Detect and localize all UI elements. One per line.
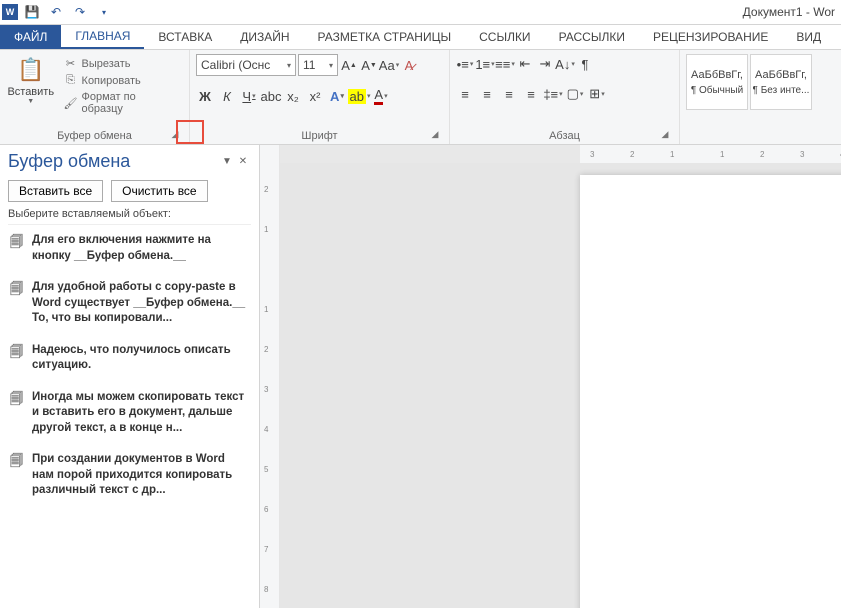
clipboard-pane: Буфер обмена ▼ ✕ Вставить все Очистить в… — [0, 145, 260, 608]
line-spacing-icon[interactable]: ‡≡ — [544, 84, 562, 104]
shrink-font-icon[interactable]: A▼ — [360, 55, 378, 75]
group-clipboard: 📋 Вставить ▼ ✂Вырезать ⎘Копировать 🖌Форм… — [0, 50, 190, 144]
document-viewport[interactable]: 3 2 1 1 2 3 4 — [280, 145, 841, 608]
shading-icon[interactable]: ▢ — [566, 84, 584, 104]
pane-options-icon[interactable]: ▼ — [219, 154, 235, 170]
clear-all-button[interactable]: Очистить все — [111, 180, 207, 202]
ribbon: 📋 Вставить ▼ ✂Вырезать ⎘Копировать 🖌Форм… — [0, 50, 841, 145]
tab-references[interactable]: ССЫЛКИ — [465, 25, 544, 49]
font-size-combo[interactable]: 11▾ — [298, 54, 338, 76]
align-left-icon[interactable]: ≡ — [456, 84, 474, 104]
pane-close-icon[interactable]: ✕ — [235, 154, 251, 170]
grow-font-icon[interactable]: A▲ — [340, 55, 358, 75]
vertical-ruler[interactable]: 2 1 1 2 3 4 5 6 7 8 — [260, 145, 280, 608]
group-label-paragraph: Абзац ◢ — [456, 128, 673, 142]
redo-icon[interactable]: ↷ — [72, 4, 88, 20]
group-styles: АаБбВвГг, ¶ Обычный АаБбВвГг, ¶ Без инте… — [680, 50, 841, 144]
clipboard-item[interactable]: 🗐Иногда мы можем скопировать текст и вст… — [8, 382, 251, 445]
group-label-font: Шрифт ◢ — [196, 128, 443, 142]
tab-review[interactable]: РЕЦЕНЗИРОВАНИЕ — [639, 25, 782, 49]
quick-access-toolbar: 💾 ↶ ↷ ▾ — [24, 4, 112, 20]
ribbon-tabstrip: ФАЙЛ ГЛАВНАЯ ВСТАВКА ДИЗАЙН РАЗМЕТКА СТР… — [0, 25, 841, 50]
underline-icon[interactable]: Ч — [240, 86, 258, 106]
show-marks-icon[interactable]: ¶ — [576, 54, 594, 74]
clipboard-dialog-launcher[interactable]: ◢ — [169, 128, 181, 140]
group-label-clipboard: Буфер обмена ◢ — [6, 128, 183, 142]
scissors-icon: ✂ — [64, 57, 78, 70]
clipboard-item[interactable]: 🗐Для удобной работы с copy-paste в Word … — [8, 272, 251, 335]
workspace: Буфер обмена ▼ ✕ Вставить все Очистить в… — [0, 145, 841, 608]
paste-all-button[interactable]: Вставить все — [8, 180, 103, 202]
pane-hint: Выберите вставляемый объект: — [8, 208, 251, 220]
align-right-icon[interactable]: ≡ — [500, 84, 518, 104]
clipboard-item[interactable]: 🗐При создании документов в Word нам поро… — [8, 444, 251, 507]
decrease-indent-icon[interactable]: ⇤ — [516, 54, 534, 74]
tab-home[interactable]: ГЛАВНАЯ — [61, 25, 144, 49]
clear-formatting-icon[interactable]: A̷ — [400, 55, 418, 75]
tab-design[interactable]: ДИЗАЙН — [226, 25, 303, 49]
save-icon[interactable]: 💾 — [24, 4, 40, 20]
clip-item-icon: 🗐 — [10, 280, 26, 327]
increase-indent-icon[interactable]: ⇥ — [536, 54, 554, 74]
superscript-icon[interactable]: x² — [306, 86, 324, 106]
clip-item-icon: 🗐 — [10, 390, 26, 437]
pane-title: Буфер обмена — [8, 151, 219, 172]
clip-item-icon: 🗐 — [10, 452, 26, 499]
tab-file[interactable]: ФАЙЛ — [0, 25, 61, 49]
group-font: Calibri (Оснс▾ 11▾ A▲ A▼ Aa A̷ Ж К Ч abc… — [190, 50, 450, 144]
cut-button[interactable]: ✂Вырезать — [60, 56, 183, 71]
tab-view[interactable]: ВИД — [782, 25, 835, 49]
tab-page-layout[interactable]: РАЗМЕТКА СТРАНИЦЫ — [304, 25, 466, 49]
align-center-icon[interactable]: ≡ — [478, 84, 496, 104]
style-normal[interactable]: АаБбВвГг, ¶ Обычный — [686, 54, 748, 110]
copy-icon: ⎘ — [64, 74, 78, 87]
copy-button[interactable]: ⎘Копировать — [60, 73, 183, 88]
clipboard-item[interactable]: 🗐Надеюсь, что получилось описать ситуаци… — [8, 335, 251, 382]
font-dialog-launcher[interactable]: ◢ — [429, 128, 441, 140]
borders-icon[interactable]: ⊞ — [588, 84, 606, 104]
document-area: 2 1 1 2 3 4 5 6 7 8 3 2 1 1 2 3 4 — [260, 145, 841, 608]
paste-button[interactable]: 📋 Вставить ▼ — [6, 54, 56, 105]
tab-mailings[interactable]: РАССЫЛКИ — [545, 25, 639, 49]
format-painter-button[interactable]: 🖌Формат по образцу — [60, 90, 183, 116]
title-bar: W 💾 ↶ ↷ ▾ Документ1 - Wor — [0, 0, 841, 25]
clip-item-icon: 🗐 — [10, 343, 26, 374]
word-app-icon: W — [2, 4, 18, 20]
tab-insert[interactable]: ВСТАВКА — [144, 25, 226, 49]
font-name-combo[interactable]: Calibri (Оснс▾ — [196, 54, 296, 76]
font-color-icon[interactable]: A — [372, 86, 390, 106]
numbering-icon[interactable]: 1≡ — [476, 54, 494, 74]
sort-icon[interactable]: A↓ — [556, 54, 574, 74]
clipboard-item[interactable]: 🗐Для его включения нажмите на кнопку __Б… — [8, 225, 251, 272]
bullets-icon[interactable]: •≡ — [456, 54, 474, 74]
undo-icon[interactable]: ↶ — [48, 4, 64, 20]
paragraph-dialog-launcher[interactable]: ◢ — [659, 128, 671, 140]
clipboard-list: 🗐Для его включения нажмите на кнопку __Б… — [8, 224, 251, 602]
bold-icon[interactable]: Ж — [196, 86, 214, 106]
highlight-icon[interactable]: ab — [350, 86, 368, 106]
brush-icon: 🖌 — [64, 97, 78, 110]
clip-item-icon: 🗐 — [10, 233, 26, 264]
style-no-spacing[interactable]: АаБбВвГг, ¶ Без инте... — [750, 54, 812, 110]
strikethrough-icon[interactable]: abc — [262, 86, 280, 106]
horizontal-ruler[interactable]: 3 2 1 1 2 3 4 — [280, 145, 841, 163]
multilevel-list-icon[interactable]: ≡≡ — [496, 54, 514, 74]
group-paragraph: •≡ 1≡ ≡≡ ⇤ ⇥ A↓ ¶ ≡ ≡ ≡ ≡ ‡≡ ▢ ⊞ Абзац ◢ — [450, 50, 680, 144]
document-title: Документ1 - Wor — [743, 5, 839, 19]
document-page[interactable] — [580, 175, 841, 608]
justify-icon[interactable]: ≡ — [522, 84, 540, 104]
customize-qat-icon[interactable]: ▾ — [96, 4, 112, 20]
paste-icon: 📋 — [15, 54, 47, 86]
italic-icon[interactable]: К — [218, 86, 236, 106]
subscript-icon[interactable]: x₂ — [284, 86, 302, 106]
change-case-icon[interactable]: Aa — [380, 55, 398, 75]
text-effects-icon[interactable]: A — [328, 86, 346, 106]
